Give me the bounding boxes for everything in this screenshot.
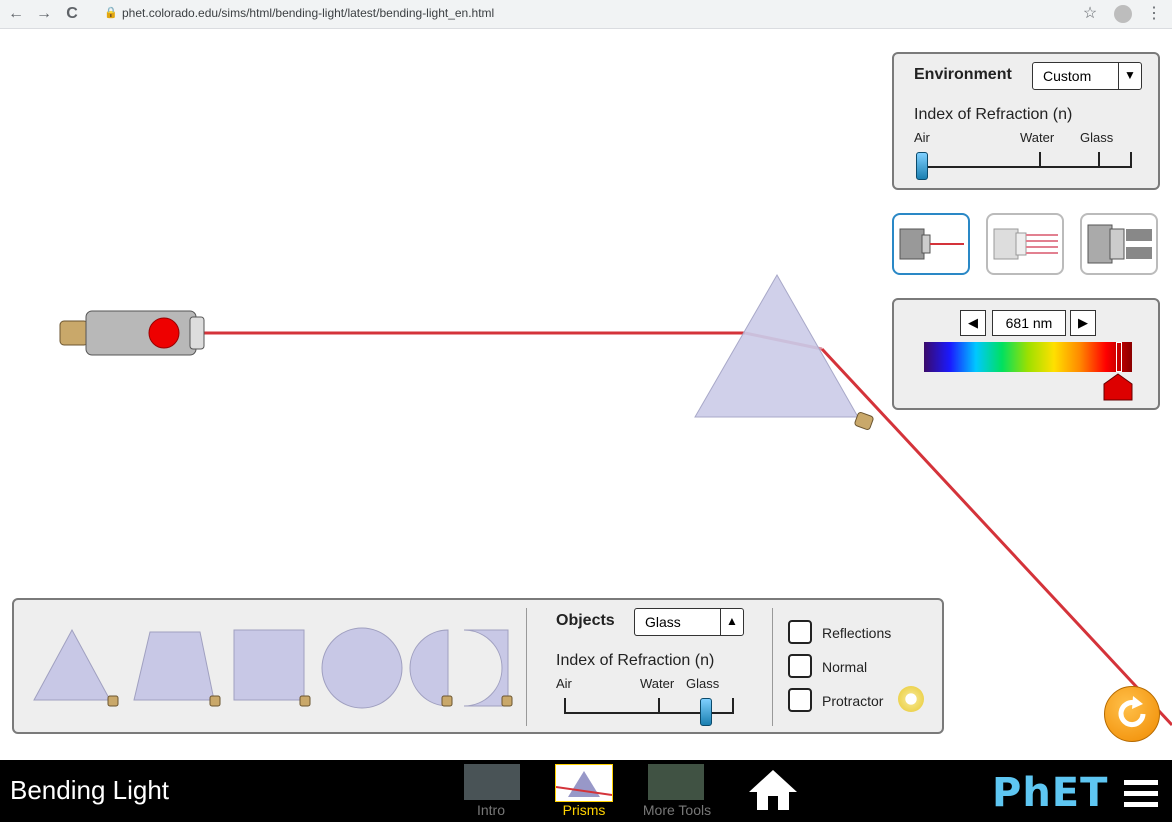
white-laser-icon: [1087, 224, 1152, 264]
toolbox-divider: [526, 608, 527, 726]
screen-tab-more-tools-label: More Tools: [642, 802, 712, 818]
wavelength-value: 681 nm: [992, 310, 1066, 336]
trapezoid-prism-shape[interactable]: [133, 631, 221, 707]
star-icon[interactable]: ☆: [1080, 4, 1100, 24]
phet-logo[interactable]: PhET: [992, 770, 1108, 816]
shape-palette: [33, 627, 513, 709]
wave-mode-button[interactable]: [986, 213, 1064, 275]
reflections-label: Reflections: [822, 625, 892, 641]
wave-laser-icon: [993, 228, 1058, 260]
environment-title: Environment: [914, 66, 1012, 83]
obj-slider-thumb[interactable]: [700, 698, 712, 726]
ray-laser-icon: [899, 228, 964, 260]
environment-value: Custom: [1043, 68, 1092, 84]
env-slider-track[interactable]: [920, 166, 1132, 168]
diverging-lens-shape[interactable]: [463, 629, 513, 707]
reflections-checkbox[interactable]: [788, 620, 812, 644]
reset-all-button[interactable]: [1104, 686, 1160, 742]
objects-toolbox: Objects Glass ▲ Index of Refraction (n) …: [12, 598, 944, 734]
home-icon[interactable]: [745, 766, 801, 814]
toolbox-divider: [772, 608, 773, 726]
wavelength-indicator: [1116, 342, 1122, 372]
env-tick-glass: Glass: [1080, 130, 1114, 145]
env-tick-mark: [1098, 152, 1100, 166]
square-prism-shape[interactable]: [233, 629, 311, 707]
prisms-thumbnail-icon: [555, 764, 613, 802]
laser-power-button[interactable]: [148, 317, 180, 349]
env-tick-mark: [1130, 152, 1132, 166]
hamburger-menu-icon[interactable]: [1122, 776, 1160, 810]
laser-pointer[interactable]: [59, 310, 205, 356]
wavelength-slider-thumb[interactable]: [1102, 372, 1134, 402]
triangle-prism-shape[interactable]: [33, 628, 119, 707]
wavelength-spectrum-slider[interactable]: [924, 342, 1132, 372]
screen-tab-intro-label: Intro: [476, 802, 505, 818]
objects-title: Objects: [556, 612, 615, 629]
screen-tab-prisms[interactable]: Prisms: [539, 762, 629, 822]
wavelength-increase-button[interactable]: ▶: [1070, 310, 1096, 336]
environment-panel: Environment Custom ▼ Index of Refraction…: [892, 52, 1160, 190]
reset-icon: [1118, 696, 1146, 728]
circle-prism-shape[interactable]: [321, 627, 403, 709]
obj-tick-water: Water: [640, 676, 675, 691]
protractor-checkbox[interactable]: [788, 688, 812, 712]
env-tick-mark: [1039, 152, 1041, 166]
prism-triangle[interactable]: [694, 273, 859, 418]
environment-dropdown[interactable]: Custom ▼: [1032, 62, 1142, 90]
browser-menu-icon[interactable]: ⋮: [1144, 4, 1164, 24]
lock-icon: 🔒: [104, 7, 118, 19]
screen-tab-intro[interactable]: Intro: [446, 762, 536, 822]
back-icon[interactable]: ←: [6, 4, 26, 24]
env-tick-air: Air: [914, 130, 930, 145]
wavelength-decrease-button[interactable]: ◀: [960, 310, 986, 336]
protractor-label: Protractor: [822, 693, 884, 709]
white-light-mode-button[interactable]: [1080, 213, 1158, 275]
forward-icon[interactable]: →: [34, 4, 54, 24]
obj-tick-air: Air: [556, 676, 572, 691]
chevron-up-icon: ▲: [720, 609, 743, 635]
app-title: Bending Light: [10, 775, 170, 805]
env-tick-water: Water: [1020, 130, 1055, 145]
profile-avatar[interactable]: [1114, 5, 1132, 23]
normal-label: Normal: [822, 659, 868, 675]
wavelength-panel: ◀ 681 nm ▶: [892, 298, 1160, 410]
env-index-label: Index of Refraction (n): [914, 106, 1073, 123]
intro-thumbnail-icon: [464, 764, 520, 800]
semicircle-lens-shape[interactable]: [409, 629, 453, 707]
env-slider-thumb[interactable]: [916, 152, 928, 180]
address-bar[interactable]: phet.colorado.edu/sims/html/bending-ligh…: [122, 6, 494, 20]
objects-index-label: Index of Refraction (n): [556, 652, 715, 669]
obj-tick-mark: [564, 698, 566, 712]
reload-icon[interactable]: C: [62, 4, 82, 24]
obj-tick-glass: Glass: [686, 676, 720, 691]
normal-checkbox[interactable]: [788, 654, 812, 678]
objects-material-value: Glass: [645, 614, 681, 630]
protractor-icon[interactable]: [898, 686, 924, 712]
chevron-down-icon: ▼: [1118, 63, 1141, 89]
objects-material-dropdown[interactable]: Glass ▲: [634, 608, 744, 636]
obj-tick-mark: [732, 698, 734, 712]
obj-tick-mark: [658, 698, 660, 712]
browser-toolbar: ← → C 🔒 phet.colorado.edu/sims/html/bend…: [0, 0, 1172, 29]
screen-tab-prisms-label: Prisms: [562, 802, 606, 818]
ray-mode-button[interactable]: [892, 213, 970, 275]
screen-tab-more-tools[interactable]: More Tools: [632, 762, 722, 822]
more-tools-thumbnail-icon: [648, 764, 704, 800]
